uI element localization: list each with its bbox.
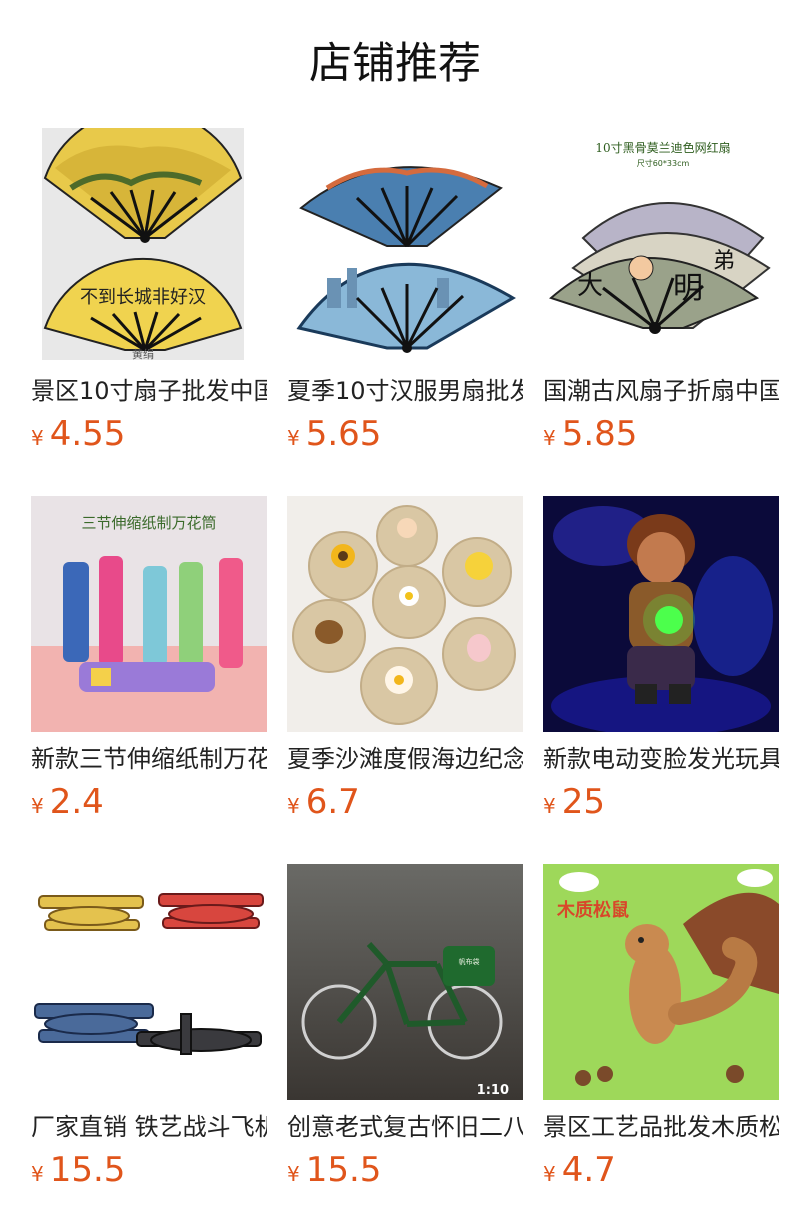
product-price: ¥6.7 xyxy=(287,782,523,822)
svg-text:弟: 弟 xyxy=(713,249,735,274)
product-card[interactable]: 10寸黑骨莫兰迪色网红扇 尺寸60*33cm 大 明 弟 国潮古风扇子折扇中国风… xyxy=(543,128,779,454)
product-card[interactable]: 新款电动变脸发光玩具 ¥25 xyxy=(543,496,779,822)
image-caption-sub: 尺寸60*33cm xyxy=(637,158,690,168)
product-price: ¥4.55 xyxy=(31,414,267,454)
product-price: ¥15.5 xyxy=(287,1150,523,1190)
product-name[interactable]: 景区10寸扇子批发中国风 xyxy=(31,374,267,408)
kaleidoscope-tubes-image[interactable]: 三节伸缩纸制万花筒 xyxy=(31,496,267,732)
image-caption: 木质松鼠 xyxy=(556,899,629,921)
svg-text:大: 大 xyxy=(577,271,603,301)
iron-biplane-models-image[interactable] xyxy=(31,864,267,1100)
product-name[interactable]: 国潮古风扇子折扇中国风 xyxy=(543,374,779,408)
currency-symbol: ¥ xyxy=(287,426,300,450)
product-price: ¥25 xyxy=(543,782,779,822)
product-card[interactable]: 夏季10寸汉服男扇批发 ¥5.65 xyxy=(287,128,523,454)
price-value: 4.7 xyxy=(561,1150,616,1190)
product-price: ¥5.85 xyxy=(543,414,779,454)
price-value: 2.4 xyxy=(49,782,104,822)
product-name[interactable]: 新款三节伸缩纸制万花筒 xyxy=(31,742,267,776)
currency-symbol: ¥ xyxy=(31,426,44,450)
product-card[interactable]: 厂家直销 铁艺战斗飞机模型 ¥15.5 xyxy=(31,864,267,1190)
currency-symbol: ¥ xyxy=(287,794,300,818)
price-value: 6.7 xyxy=(305,782,360,822)
video-duration: 1:10 xyxy=(477,1083,509,1098)
product-name[interactable]: 夏季10寸汉服男扇批发 xyxy=(287,374,523,408)
svg-text:不到长城非好汉: 不到长城非好汉 xyxy=(80,287,206,308)
currency-symbol: ¥ xyxy=(31,794,44,818)
currency-symbol: ¥ xyxy=(31,1162,44,1186)
folding-fan-calligraphy-image[interactable]: 10寸黑骨莫兰迪色网红扇 尺寸60*33cm 大 明 弟 xyxy=(543,128,779,364)
folding-fan-blue-image[interactable] xyxy=(287,128,523,364)
wooden-squirrel-image[interactable]: 木质松鼠 xyxy=(543,864,779,1100)
product-card[interactable]: 夏季沙滩度假海边纪念品 ¥6.7 xyxy=(287,496,523,822)
product-card[interactable]: 三节伸缩纸制万花筒 新款三节伸缩纸制万花筒 ¥2.4 xyxy=(31,496,267,822)
product-grid: 不到长城非好汉 黄绢 景区10寸扇子批发中国风 ¥4.55 xyxy=(0,0,790,1232)
product-price: ¥2.4 xyxy=(31,782,267,822)
currency-symbol: ¥ xyxy=(543,794,556,818)
product-name[interactable]: 新款电动变脸发光玩具 xyxy=(543,742,779,776)
price-value: 5.65 xyxy=(305,414,382,454)
price-value: 15.5 xyxy=(305,1150,382,1190)
price-value: 25 xyxy=(561,782,605,822)
price-value: 5.85 xyxy=(561,414,638,454)
light-up-face-changing-toy-image[interactable] xyxy=(543,496,779,732)
product-name[interactable]: 景区工艺品批发木质松鼠 xyxy=(543,1110,779,1144)
straw-coin-purses-image[interactable] xyxy=(287,496,523,732)
folding-fan-yellow-landscape-image[interactable]: 不到长城非好汉 黄绢 xyxy=(31,128,267,364)
product-name[interactable]: 创意老式复古怀旧二八自行车 xyxy=(287,1110,523,1144)
product-price: ¥4.7 xyxy=(543,1150,779,1190)
product-card[interactable]: 帆布袋 1:10 创意老式复古怀旧二八自行车 ¥15.5 xyxy=(287,864,523,1190)
image-caption: 黄绢 xyxy=(132,347,154,361)
product-price: ¥15.5 xyxy=(31,1150,267,1190)
currency-symbol: ¥ xyxy=(543,1162,556,1186)
vintage-bicycle-model-image[interactable]: 帆布袋 1:10 xyxy=(287,864,523,1100)
product-name[interactable]: 夏季沙滩度假海边纪念品 xyxy=(287,742,523,776)
product-price: ¥5.65 xyxy=(287,414,523,454)
price-value: 15.5 xyxy=(49,1150,126,1190)
image-caption: 三节伸缩纸制万花筒 xyxy=(81,514,216,532)
product-card[interactable]: 不到长城非好汉 黄绢 景区10寸扇子批发中国风 ¥4.55 xyxy=(31,128,267,454)
currency-symbol: ¥ xyxy=(287,1162,300,1186)
svg-text:帆布袋: 帆布袋 xyxy=(459,957,480,966)
currency-symbol: ¥ xyxy=(543,426,556,450)
product-name[interactable]: 厂家直销 铁艺战斗飞机模型 xyxy=(31,1110,267,1144)
product-card[interactable]: 木质松鼠 景区工艺品批发木质松鼠 ¥4.7 xyxy=(543,864,779,1190)
image-caption: 10寸黑骨莫兰迪色网红扇 xyxy=(595,140,730,155)
price-value: 4.55 xyxy=(49,414,126,454)
